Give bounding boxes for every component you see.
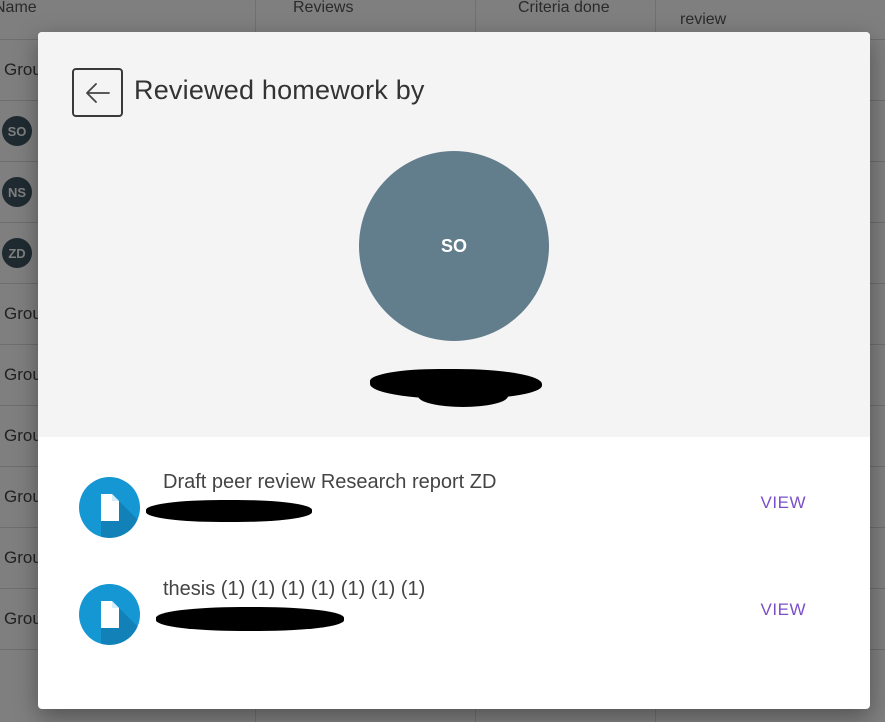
view-button[interactable]: VIEW xyxy=(761,600,806,620)
file-icon xyxy=(79,477,140,538)
item-subtitle-redacted xyxy=(156,607,344,631)
item-title: thesis (1) (1) (1) (1) (1) (1) (1) xyxy=(163,578,426,600)
dialog-title: Reviewed homework by xyxy=(134,75,425,105)
reviewed-homework-dialog: Reviewed homework by SO Draft peer revie… xyxy=(38,32,870,709)
reviewer-avatar-initials: SO xyxy=(440,235,467,256)
view-button[interactable]: VIEW xyxy=(761,493,806,513)
file-icon xyxy=(79,584,140,645)
list-item: thesis (1) (1) (1) (1) (1) (1) (1) VIEW xyxy=(38,574,870,674)
list-item: Draft peer review Research report ZD VIE… xyxy=(38,467,870,567)
redaction-mark xyxy=(418,385,508,407)
dialog-header: Reviewed homework by SO xyxy=(38,32,870,437)
arrow-left-icon xyxy=(85,82,110,103)
reviewer-avatar: SO xyxy=(359,151,549,341)
item-subtitle-redacted xyxy=(146,500,312,522)
item-title: Draft peer review Research report ZD xyxy=(163,471,497,493)
back-button[interactable] xyxy=(72,68,123,117)
